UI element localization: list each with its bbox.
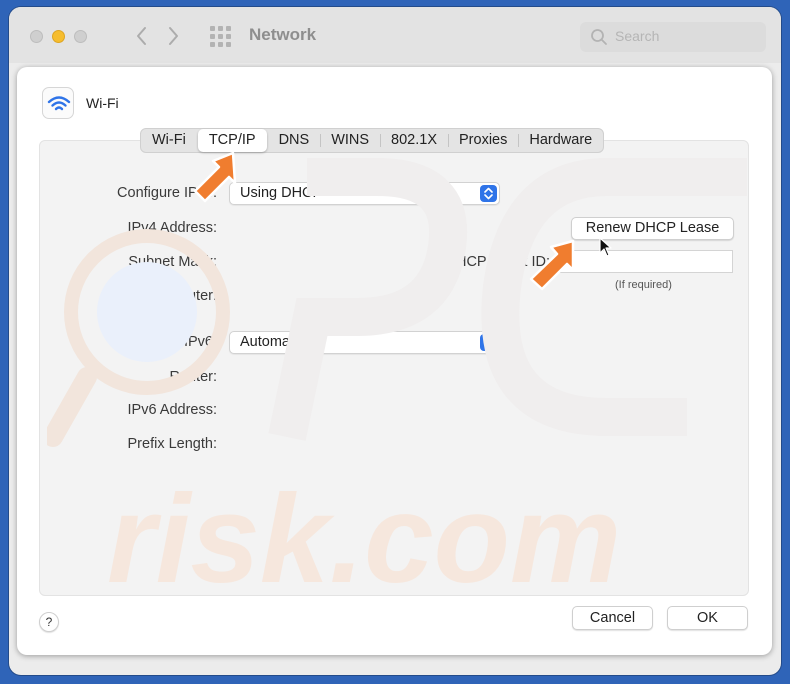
window-title: Network — [249, 25, 317, 44]
tcpip-sheet: Wi-Fi risk.com Wi-Fi TCP/IP DNS WINS 802… — [17, 67, 772, 655]
tab-wins[interactable]: WINS — [320, 129, 380, 152]
configure-ipv4-value: Using DHCP — [240, 185, 323, 201]
annotation-arrow-icon — [529, 239, 575, 291]
configure-ipv4-popup[interactable]: Using DHCP — [229, 182, 500, 205]
tab-hardware[interactable]: Hardware — [518, 129, 603, 152]
title-bar: Network Search — [9, 7, 781, 63]
dhcp-client-id-hint: (If required) — [615, 279, 672, 291]
popup-arrows-icon — [480, 185, 497, 202]
configure-ipv6-popup[interactable]: Automatically — [229, 331, 500, 354]
ipv4-address-label: IPv4 Address: — [127, 220, 217, 236]
show-all-grid-icon[interactable] — [210, 26, 231, 47]
renew-dhcp-lease-button[interactable]: Renew DHCP Lease — [571, 217, 734, 240]
search-field[interactable]: Search — [580, 22, 766, 52]
tab-dns[interactable]: DNS — [268, 129, 321, 152]
mouse-pointer-icon — [599, 237, 612, 257]
tab-8021x[interactable]: 802.1X — [380, 129, 448, 152]
configure-ipv6-label: Configure IPv6: — [117, 334, 217, 350]
tcpip-settings-panel — [39, 140, 749, 596]
zoom-window-button[interactable] — [74, 30, 87, 43]
subnet-mask-label: Subnet Mask: — [128, 254, 217, 270]
back-button[interactable] — [129, 23, 155, 49]
service-name: Wi-Fi — [86, 95, 119, 111]
search-placeholder: Search — [615, 28, 660, 44]
search-icon — [591, 29, 607, 45]
ok-button[interactable]: OK — [667, 606, 748, 630]
network-preferences-window: Network Search Wi-Fi risk.com Wi-Fi TCP/… — [9, 7, 781, 675]
chevron-right-icon — [169, 27, 178, 45]
tab-proxies[interactable]: Proxies — [448, 129, 518, 152]
help-button[interactable]: ? — [39, 612, 59, 632]
wifi-icon — [47, 96, 71, 111]
close-window-button[interactable] — [30, 30, 43, 43]
popup-arrows-icon — [480, 334, 497, 351]
ipv6-router-label: Router: — [169, 369, 217, 385]
ipv4-router-label: Router: — [169, 288, 217, 304]
configure-ipv6-value: Automatically — [240, 334, 327, 350]
chevron-left-icon — [137, 27, 146, 45]
forward-button[interactable] — [160, 23, 186, 49]
prefix-length-label: Prefix Length: — [127, 436, 217, 452]
minimize-window-button[interactable] — [52, 30, 65, 43]
ipv6-address-label: IPv6 Address: — [127, 402, 217, 418]
cancel-button[interactable]: Cancel — [572, 606, 653, 630]
annotation-arrow-icon — [193, 151, 237, 203]
wifi-service-badge — [42, 87, 74, 119]
